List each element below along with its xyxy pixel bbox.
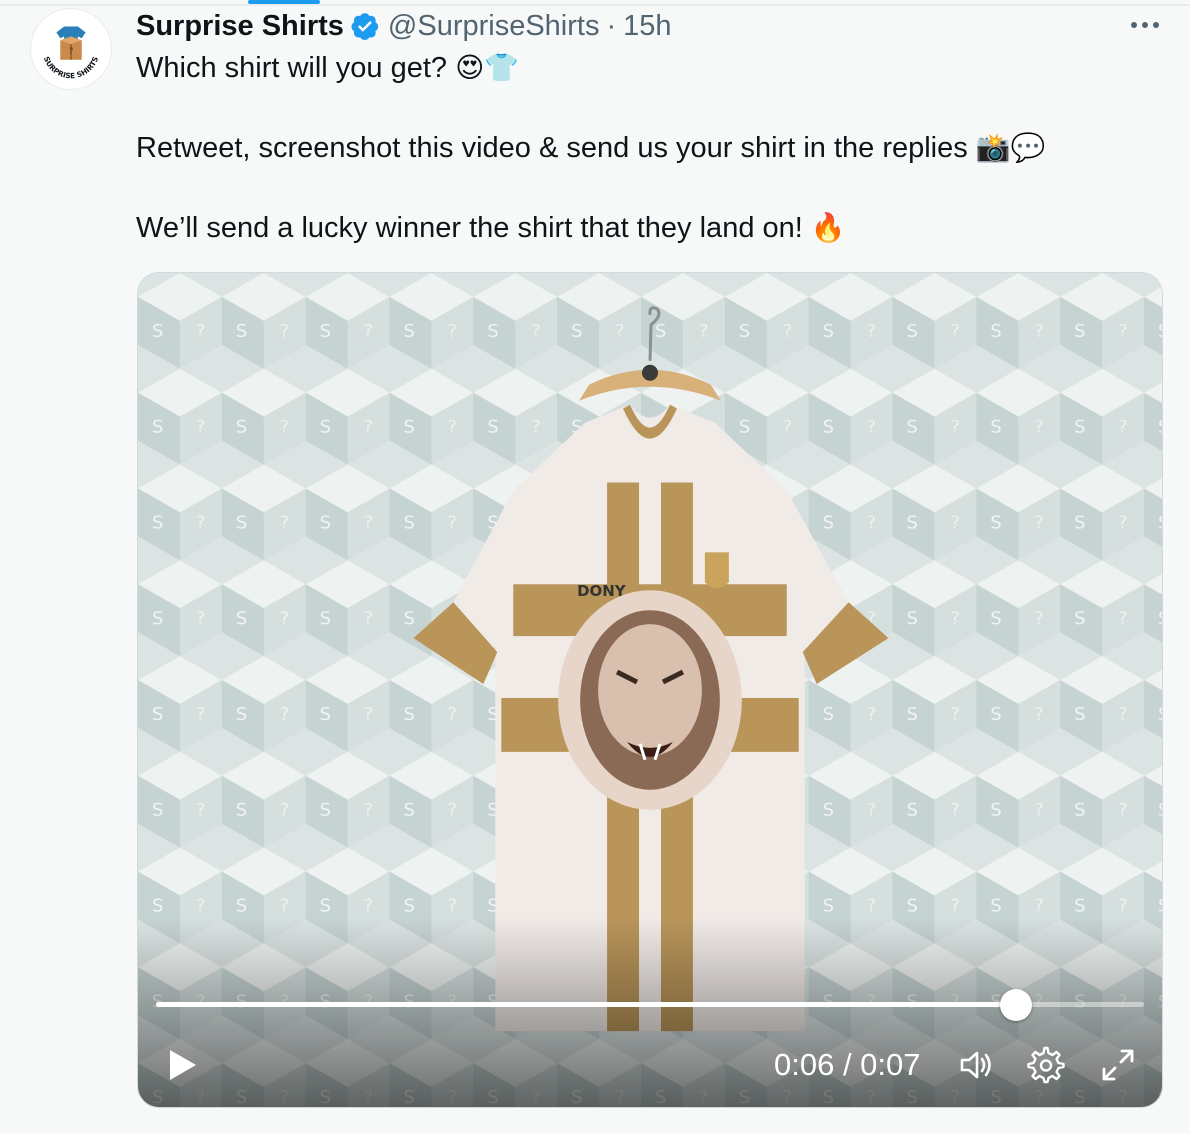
emoji-heart-eyes-shirt: 😍👕: [455, 51, 520, 84]
progress-bar[interactable]: [156, 989, 1144, 1021]
gear-icon[interactable]: [1026, 1045, 1066, 1085]
tweet-line: We’ll send a lucky winner the shirt that…: [136, 211, 846, 244]
progress-fill: [156, 1002, 1016, 1007]
tab-indicator: [248, 0, 320, 4]
tweet-line: Which shirt will you get? 😍👕: [136, 51, 520, 84]
tweet-text: Which shirt will you get? 😍👕 Retweet, sc…: [136, 48, 1156, 248]
play-icon[interactable]: [164, 1047, 200, 1083]
emoji-fire: 🔥: [810, 211, 846, 244]
tweet-header: Surprise Shirts @SurpriseShirts · 15h: [136, 6, 672, 46]
handle[interactable]: @SurpriseShirts: [388, 10, 600, 43]
avatar[interactable]: ? SURPRISE SHIRTS: [30, 8, 112, 90]
fullscreen-icon[interactable]: [1098, 1045, 1138, 1085]
video-player[interactable]: S ?: [137, 272, 1163, 1108]
verified-badge-icon[interactable]: [350, 11, 380, 41]
emoji-camera-speech: 📸💬: [975, 131, 1046, 164]
progress-scrubber[interactable]: [999, 989, 1032, 1021]
separator-dot: ·: [606, 9, 617, 42]
more-options-icon[interactable]: [1124, 10, 1166, 40]
display-name[interactable]: Surprise Shirts: [136, 10, 344, 43]
shirt-brand-text: DONY: [577, 582, 626, 600]
time-readout: 0:06 / 0:07: [774, 1047, 921, 1082]
timestamp[interactable]: 15h: [623, 10, 671, 43]
surprise-shirts-logo: ? SURPRISE SHIRTS: [31, 9, 111, 89]
video-controls: 0:06 / 0:07: [138, 1035, 1162, 1095]
svg-text:?: ?: [69, 47, 74, 57]
tweet-line: Retweet, screenshot this video & send us…: [136, 131, 1046, 164]
volume-icon[interactable]: [956, 1045, 996, 1085]
